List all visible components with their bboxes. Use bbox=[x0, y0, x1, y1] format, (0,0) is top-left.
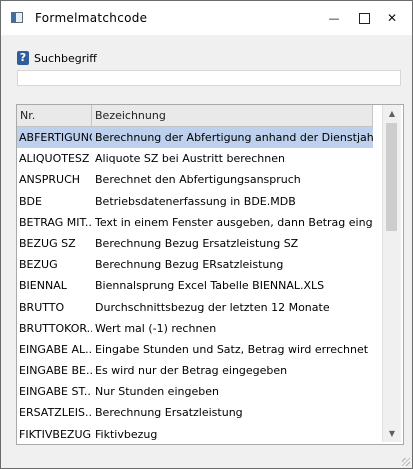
table-row[interactable]: BETRAG MIT... Text in einem Fenster ausge… bbox=[17, 212, 373, 233]
cell-nr: EINGABE AL... bbox=[19, 342, 92, 356]
cell-nr: ALIQUOTESZ bbox=[19, 152, 90, 166]
table-row[interactable]: BIENNAL Biennalsprung Excel Tabelle BIENN… bbox=[17, 275, 373, 296]
column-header-nr[interactable]: Nr. bbox=[17, 105, 92, 126]
close-button[interactable]: ✕ bbox=[378, 7, 406, 29]
table-row[interactable]: EINGABE BE... Es wird nur der Betrag eing… bbox=[17, 360, 373, 381]
cell-nr: BEZUG SZ bbox=[19, 236, 76, 250]
table-row[interactable]: FIKTIVBEZUG Fiktivbezug bbox=[17, 424, 373, 444]
formula-table: Nr. Bezeichnung ABFERTIGUNG Berechnung de… bbox=[16, 104, 404, 445]
table-row[interactable]: BDE Betriebsdatenerfassung in BDE.MDB bbox=[17, 191, 373, 212]
cell-bezeichnung: Fiktivbezug bbox=[95, 427, 158, 441]
cell-bezeichnung: Durchschnittsbezug der letzten 12 Monate bbox=[95, 300, 330, 314]
cell-bezeichnung: Wert mal (-1) rechnen bbox=[95, 321, 217, 335]
app-icon bbox=[11, 12, 23, 23]
cell-bezeichnung: Biennalsprung Excel Tabelle BIENNAL.XLS bbox=[95, 279, 325, 293]
cell-bezeichnung: Eingabe Stunden und Satz, Betrag wird er… bbox=[95, 342, 369, 356]
cell-nr: BDE bbox=[19, 194, 42, 208]
cell-nr: FIKTIVBEZUG bbox=[19, 427, 92, 441]
table-row[interactable]: EINGABE ST... Nur Stunden eingeben bbox=[17, 381, 373, 402]
cell-bezeichnung: Nur Stunden eingeben bbox=[95, 385, 219, 399]
table-row[interactable]: EINGABE AL... Eingabe Stunden und Satz, B… bbox=[17, 339, 373, 360]
cell-nr: BETRAG MIT... bbox=[19, 215, 92, 229]
table-row[interactable]: BEZUG Berechnung Bezug ERsatzleistung bbox=[17, 254, 373, 275]
search-input[interactable] bbox=[17, 70, 401, 86]
search-label-row: ? Suchbegriff bbox=[17, 49, 97, 67]
cell-nr: EINGABE BE... bbox=[19, 364, 92, 378]
cell-nr: BRUTTOKOR... bbox=[19, 321, 92, 335]
resize-grip[interactable] bbox=[402, 458, 410, 466]
vertical-scrollbar[interactable]: ▲ ▼ bbox=[382, 105, 401, 442]
cell-nr: BEZUG bbox=[19, 258, 58, 272]
cell-bezeichnung: Betriebsdatenerfassung in BDE.MDB bbox=[95, 194, 296, 208]
scrollbar-thumb[interactable] bbox=[386, 123, 397, 231]
column-header-bezeichnung[interactable]: Bezeichnung bbox=[92, 105, 373, 126]
table-row[interactable]: ALIQUOTESZ Aliquote SZ bei Austritt berec… bbox=[17, 148, 373, 169]
table-row[interactable]: ABFERTIGUNG Berechnung der Abfertigung an… bbox=[17, 127, 373, 149]
cell-nr: ANSPRUCH bbox=[19, 173, 81, 187]
help-icon[interactable]: ? bbox=[17, 51, 29, 65]
close-icon: ✕ bbox=[386, 11, 398, 25]
table-row[interactable]: BRUTTOKOR... Wert mal (-1) rechnen bbox=[17, 318, 373, 339]
cell-bezeichnung: Berechnung Ersatzleistung bbox=[95, 406, 243, 420]
formelmatchcode-window: Formelmatchcode — ✕ ? Suchbegriff Nr. Be… bbox=[0, 0, 413, 469]
cell-bezeichnung: Aliquote SZ bei Austritt berechnen bbox=[95, 152, 285, 166]
cell-nr: ERSATZLEIS... bbox=[19, 406, 92, 420]
window-title: Formelmatchcode bbox=[35, 11, 148, 25]
cell-nr: ABFERTIGUNG bbox=[19, 131, 92, 144]
cell-bezeichnung: Text in einem Fenster ausgeben, dann Bet… bbox=[95, 215, 373, 229]
maximize-icon bbox=[358, 12, 370, 24]
cell-bezeichnung: Berechnung Bezug ERsatzleistung bbox=[95, 258, 284, 272]
title-bar[interactable]: Formelmatchcode — ✕ bbox=[1, 1, 412, 35]
minimize-icon: — bbox=[328, 11, 340, 25]
scroll-up-icon: ▲ bbox=[388, 109, 396, 118]
table-row[interactable]: BEZUG SZ Berechnung Bezug Ersatzleistung … bbox=[17, 233, 373, 254]
table-row[interactable]: BRUTTO Durchschnittsbezug der letzten 12 … bbox=[17, 297, 373, 318]
cell-bezeichnung: Berechnung der Abfertigung anhand der Di… bbox=[95, 131, 373, 144]
scroll-down-icon: ▼ bbox=[388, 429, 396, 438]
cell-bezeichnung: Berechnet den Abfertigungsanspruch bbox=[95, 173, 301, 187]
table-header: Nr. Bezeichnung bbox=[17, 105, 373, 127]
scroll-up-button[interactable]: ▲ bbox=[383, 105, 401, 122]
table-row[interactable]: ERSATZLEIS... Berechnung Ersatzleistung bbox=[17, 402, 373, 423]
table-row[interactable]: ANSPRUCH Berechnet den Abfertigungsanspru… bbox=[17, 169, 373, 190]
table-body: ABFERTIGUNG Berechnung der Abfertigung an… bbox=[17, 127, 373, 444]
cell-nr: BRUTTO bbox=[19, 300, 65, 314]
cell-nr: BIENNAL bbox=[19, 279, 67, 293]
cell-nr: EINGABE ST... bbox=[19, 385, 92, 399]
maximize-button[interactable] bbox=[350, 7, 378, 29]
cell-bezeichnung: Es wird nur der Betrag eingegeben bbox=[95, 364, 288, 378]
cell-bezeichnung: Berechnung Bezug Ersatzleistung SZ bbox=[95, 236, 299, 250]
search-label: Suchbegriff bbox=[34, 51, 97, 65]
scroll-down-button[interactable]: ▼ bbox=[383, 425, 401, 442]
minimize-button[interactable]: — bbox=[320, 7, 348, 29]
